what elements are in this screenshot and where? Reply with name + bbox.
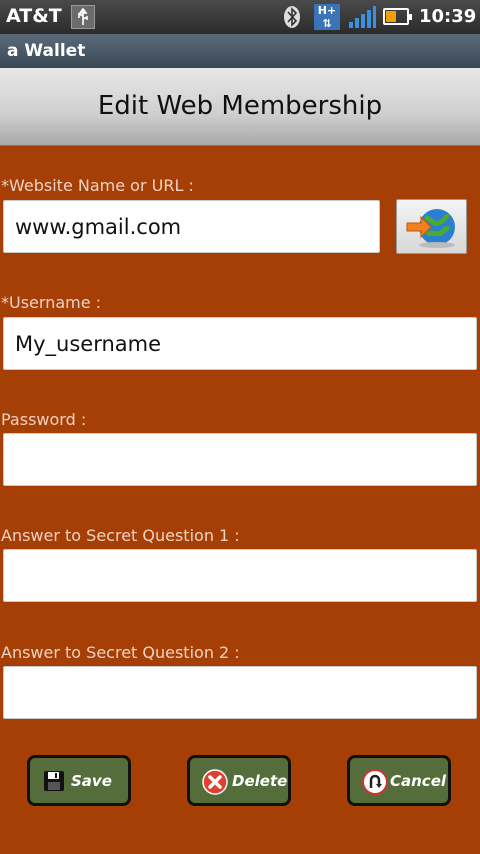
cancel-button[interactable]: Cancel bbox=[347, 755, 451, 806]
floppy-disk-icon bbox=[42, 769, 66, 793]
page-header: Edit Web Membership bbox=[0, 68, 480, 146]
globe-arrow-icon bbox=[406, 209, 455, 248]
save-button[interactable]: Save bbox=[27, 755, 131, 806]
password-input[interactable] bbox=[3, 433, 477, 486]
open-website-button[interactable] bbox=[396, 199, 467, 254]
usb-icon bbox=[71, 5, 95, 29]
battery-charging-icon bbox=[383, 8, 412, 25]
undo-arrow-icon bbox=[362, 769, 388, 795]
page-title: Edit Web Membership bbox=[97, 91, 383, 121]
bluetooth-icon bbox=[283, 5, 301, 29]
secret-question-2-label: Answer to Secret Question 2 : bbox=[1, 643, 240, 662]
app-title: a Wallet bbox=[7, 41, 86, 61]
username-label: *Username : bbox=[1, 293, 102, 312]
app-title-bar: a Wallet bbox=[0, 34, 480, 68]
website-input[interactable] bbox=[3, 200, 380, 253]
website-label: *Website Name or URL : bbox=[1, 176, 194, 195]
secret-question-1-label: Answer to Secret Question 1 : bbox=[1, 526, 240, 545]
clock: 10:39 bbox=[419, 6, 477, 27]
username-input[interactable] bbox=[3, 317, 477, 370]
carrier-label: AT&T bbox=[6, 5, 62, 27]
save-label: Save bbox=[71, 772, 112, 790]
red-x-icon bbox=[202, 769, 228, 795]
secret-question-2-input[interactable] bbox=[3, 666, 477, 719]
delete-label: Delete bbox=[232, 772, 288, 790]
hplus-network-icon: H+ ⇅ bbox=[314, 4, 340, 30]
password-label: Password : bbox=[1, 410, 87, 429]
status-bar: AT&T H+ ⇅ 10:39 bbox=[0, 0, 480, 34]
secret-question-1-input[interactable] bbox=[3, 549, 477, 602]
delete-button[interactable]: Delete bbox=[187, 755, 291, 806]
signal-icon bbox=[348, 6, 376, 28]
cancel-label: Cancel bbox=[390, 772, 447, 790]
